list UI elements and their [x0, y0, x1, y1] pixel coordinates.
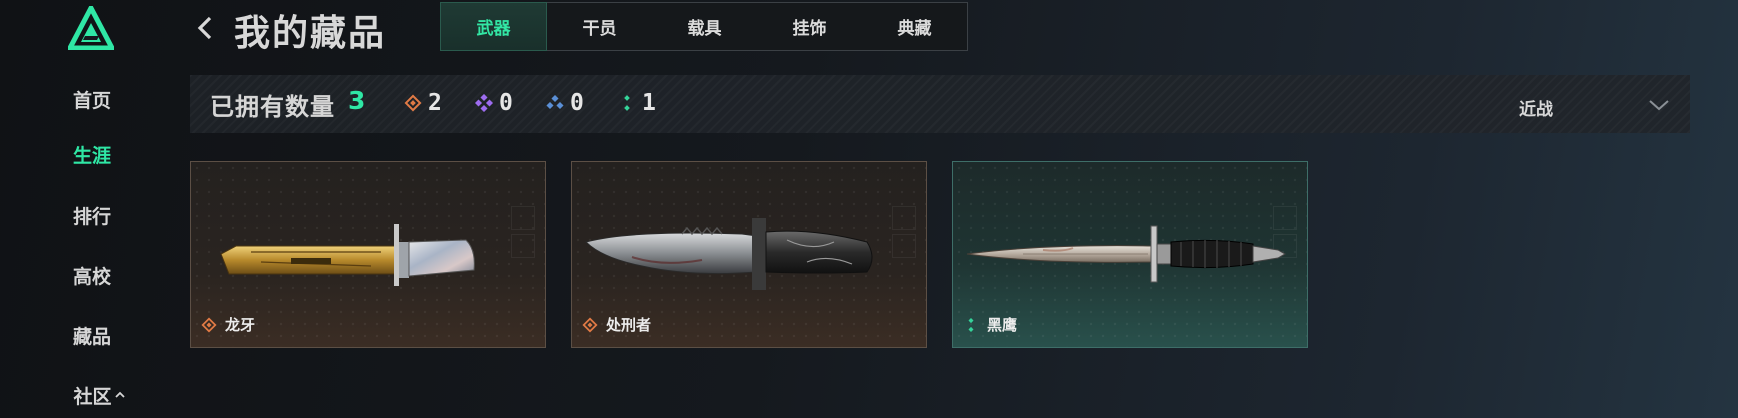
nav-item-label: 生涯 — [72, 144, 111, 167]
nav-item-label: 高校 — [72, 265, 111, 288]
rarity-count-green: 1 — [618, 89, 656, 117]
green-diamond-icon — [968, 317, 974, 332]
rarity-count: 1 — [642, 90, 656, 116]
dropdown-selected-value: 近战 — [1519, 100, 1553, 120]
card-footer: 黑鹰 — [963, 314, 1017, 335]
item-card-dragon-fang[interactable]: 龙牙 — [190, 161, 546, 348]
nav-item-label: 排行 — [72, 205, 111, 228]
stats-bar: 已拥有数量 3 2 0 0 1 — [190, 75, 1690, 133]
card-footer: 处刑者 — [582, 314, 651, 335]
orange-diamond-icon — [201, 316, 217, 333]
rarity-count-purple: 0 — [475, 89, 513, 117]
tab-vehicles[interactable]: 载具 — [652, 3, 757, 50]
item-card-executioner[interactable]: 处刑者 — [571, 161, 927, 348]
tab-operators[interactable]: 干员 — [547, 3, 652, 50]
blue-diamond-icon — [546, 94, 564, 110]
item-card-black-hawk[interactable]: 黑鹰 — [952, 161, 1308, 348]
rarity-count: 0 — [570, 90, 584, 116]
orange-diamond-icon — [404, 94, 422, 112]
rarity-count: 2 — [428, 90, 442, 116]
weapon-type-dropdown[interactable]: 近战 — [1500, 75, 1700, 133]
nav-item-ranking[interactable]: 排行 — [55, 198, 129, 232]
rarity-count-blue: 0 — [546, 89, 584, 117]
rarity-count: 0 — [499, 90, 513, 116]
back-button[interactable] — [192, 8, 218, 48]
selection-bracket — [55, 163, 63, 171]
selection-bracket — [55, 137, 63, 145]
orange-diamond-icon — [582, 316, 598, 333]
nav-item-university[interactable]: 高校 — [55, 258, 129, 292]
item-name: 黑鹰 — [987, 316, 1018, 334]
nav-item-career[interactable]: 生涯 — [55, 137, 129, 171]
nav-item-label: 藏品 — [72, 325, 111, 348]
selection-bracket — [121, 137, 129, 145]
page-title: 我的藏品 — [234, 13, 387, 54]
nav-item-community[interactable]: 社区 — [62, 378, 136, 412]
rarity-count-orange: 2 — [404, 89, 442, 117]
chevron-down-icon — [1649, 100, 1669, 111]
green-diamond-icon — [624, 95, 630, 111]
tab-charms[interactable]: 挂饰 — [757, 3, 862, 50]
chevron-up-icon — [114, 391, 125, 398]
tab-collectibles[interactable]: 典藏 — [862, 3, 967, 50]
nav-item-label: 社区 — [73, 385, 112, 408]
tab-weapons[interactable]: 武器 — [440, 2, 547, 51]
card-footer: 龙牙 — [201, 314, 255, 335]
sidebar-nav: 首页 生涯 排行 高校 藏品 社区 — [0, 0, 185, 418]
item-name: 处刑者 — [606, 316, 652, 334]
category-tabs: 武器 干员 载具 挂饰 典藏 — [440, 2, 968, 51]
owned-label: 已拥有数量 — [210, 93, 335, 121]
nav-item-label: 首页 — [72, 89, 111, 112]
owned-count: 3 — [348, 86, 366, 115]
logo-icon[interactable] — [68, 6, 114, 50]
selection-bracket — [121, 163, 129, 171]
purple-diamond-icon — [475, 94, 493, 112]
item-name: 龙牙 — [225, 316, 256, 334]
nav-item-home[interactable]: 首页 — [55, 82, 129, 116]
nav-item-collection[interactable]: 藏品 — [55, 318, 129, 352]
